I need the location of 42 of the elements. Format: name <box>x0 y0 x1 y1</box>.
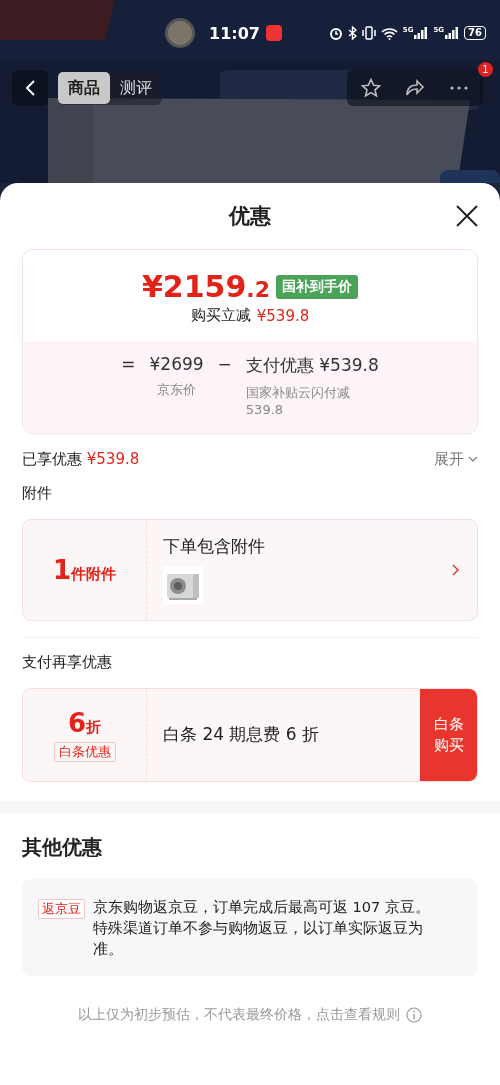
section-heading: 支付再享优惠 <box>21 651 113 672</box>
enjoyed-discount: 已享优惠 ¥539.8 <box>22 449 140 469</box>
share-icon[interactable] <box>405 78 425 98</box>
accessory-card[interactable]: 1件附件 下单包含附件 <box>22 518 478 621</box>
section-heading: 附件 <box>21 482 53 503</box>
vibrate-icon <box>361 26 376 40</box>
alarm-icon <box>328 26 343 40</box>
close-icon[interactable] <box>454 203 480 229</box>
more-icon[interactable] <box>449 85 469 91</box>
nav-tab[interactable]: 测评 <box>110 72 162 104</box>
minus-sign: − <box>217 354 232 376</box>
reduction-label: 购买立减 <box>190 306 251 325</box>
battery-level: 76 <box>464 26 486 40</box>
offer-description: 白条 24 期息费 6 折 <box>163 723 321 747</box>
equals-sign: = <box>121 354 136 376</box>
chevron-left-icon <box>24 79 36 97</box>
accessory-count: 1件附件 <box>52 554 117 585</box>
info-icon[interactable] <box>406 1006 422 1023</box>
bluetooth-icon <box>347 26 357 40</box>
star-icon[interactable] <box>361 78 381 98</box>
final-price: ¥2159.2 <box>141 272 270 302</box>
nav-tab[interactable]: 商品 <box>58 72 110 104</box>
sheet-title: 优惠 <box>229 203 271 230</box>
chevron-right-icon <box>452 563 459 576</box>
payment-discount: 支付优惠 ¥539.8 <box>245 354 379 377</box>
section-heading: 其他优惠 <box>21 833 103 861</box>
offer-tag: 白条优惠 <box>53 741 116 762</box>
discount-rate: 6折 <box>67 707 102 738</box>
discount-note: 国家补贴云闪付减539.8 <box>245 385 351 419</box>
wifi-icon <box>380 26 398 40</box>
offer-description: 京东购物返京豆，订单完成后最高可返 107 京豆。特殊渠道订单不参与购物返豆，以订单实际返豆为准。 <box>93 897 431 959</box>
accessory-title: 下单包含附件 <box>163 535 266 559</box>
base-price-label: 京东价 <box>157 382 197 399</box>
back-button[interactable] <box>12 70 48 106</box>
offer-tag: 返京豆 <box>38 898 85 919</box>
buy-button[interactable]: 白条购买 <box>420 688 477 781</box>
subsidy-badge: 国补到手价 <box>276 275 358 299</box>
base-price: ¥2699 <box>149 354 204 374</box>
reduction-amount: ¥539.8 <box>256 306 310 325</box>
status-time: 11:07 <box>209 23 260 43</box>
expand-toggle[interactable]: 展开 <box>434 449 478 469</box>
chevron-down-icon <box>468 456 478 463</box>
